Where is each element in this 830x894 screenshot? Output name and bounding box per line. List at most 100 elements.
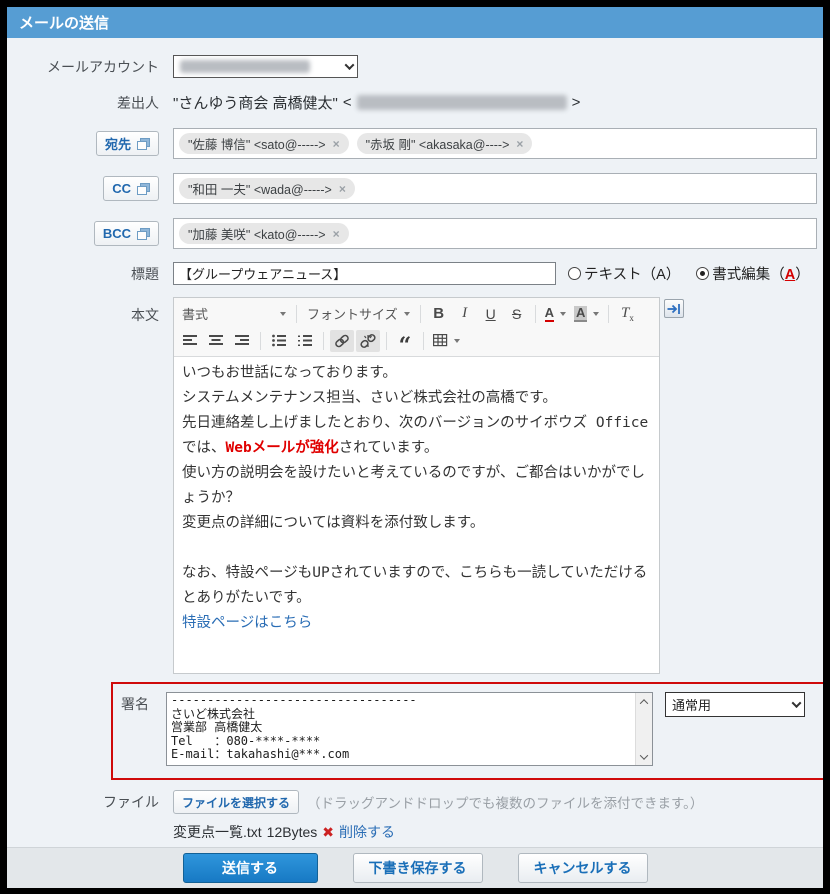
to-row: 宛先 "佐藤 博信" <sato@-----> × "赤坂 剛" <akasak… <box>7 128 823 159</box>
delete-attachment-link[interactable]: 削除する <box>339 822 395 842</box>
bcc-picker-label: BCC <box>103 226 131 241</box>
file-row: ファイル ファイルを選択する （ドラッグアンドドロップでも複数のファイルを添付で… <box>7 790 823 814</box>
bold-button[interactable]: B <box>427 303 451 325</box>
chevron-down-icon <box>792 698 802 708</box>
body-label: 本文 <box>131 305 159 325</box>
window-frame: メールの送信 メールアカウント 差出人 "さんゆう商会 高橋健太" < > <box>7 7 823 888</box>
rich-format-accesskey: A <box>785 267 795 283</box>
chevron-down-icon <box>345 60 355 70</box>
remove-recipient-icon[interactable]: × <box>516 137 523 151</box>
bullet-list-button[interactable] <box>267 330 291 352</box>
mail-compose-form: メールアカウント 差出人 "さんゆう商会 高橋健太" < > 宛先 <box>7 38 823 847</box>
body-paragraph: なお、特設ページもUPされていますので、こちらも一読していただけるとありがたいで… <box>182 561 651 611</box>
signature-content: ---------------------------------- さいど株式… <box>167 693 635 765</box>
remove-link-button[interactable] <box>356 330 380 352</box>
signature-preset-value: 通常用 <box>672 695 711 714</box>
account-select[interactable] <box>173 55 358 78</box>
body-paragraph-blank <box>182 536 651 561</box>
arrow-right-to-bar-icon <box>667 303 681 315</box>
align-center-button[interactable] <box>204 330 228 352</box>
radio-rich-format[interactable] <box>696 267 709 280</box>
send-button[interactable]: 送信する <box>183 853 318 883</box>
paragraph-format-label: 書式 <box>182 304 208 323</box>
font-size-select[interactable]: フォントサイズ <box>303 303 414 325</box>
recipient-pill: "加藤 美咲" <kato@-----> × <box>179 223 349 244</box>
insert-table-button[interactable] <box>430 330 463 352</box>
save-draft-button[interactable]: 下書き保存する <box>353 853 483 883</box>
account-label: メールアカウント <box>47 57 159 77</box>
recipient-text: "加藤 美咲" <kato@-----> <box>188 224 326 243</box>
insert-link-button[interactable] <box>330 330 354 352</box>
background-color-button[interactable]: A <box>571 303 602 325</box>
cc-row: CC "和田 一夫" <wada@-----> × <box>7 173 823 204</box>
attachment-row: 変更点一覧.txt 12Bytes ✖ 削除する <box>7 814 823 842</box>
chevron-down-icon <box>280 312 286 316</box>
from-label: 差出人 <box>117 93 159 113</box>
to-picker-button[interactable]: 宛先 <box>96 131 159 156</box>
subject-input[interactable] <box>173 262 556 285</box>
align-left-button[interactable] <box>178 330 202 352</box>
blockquote-button[interactable]: “ <box>393 330 417 352</box>
chevron-down-icon <box>404 312 410 316</box>
cc-recipients-field[interactable]: "和田 一夫" <wada@-----> × <box>173 173 817 204</box>
from-row: 差出人 "さんゆう商会 高橋健太" < > <box>7 92 823 113</box>
recipient-pill: "和田 一夫" <wada@-----> × <box>179 178 355 199</box>
from-display-name: "さんゆう商会 高橋健太" <box>173 92 338 113</box>
remove-recipient-icon[interactable]: × <box>333 227 340 241</box>
action-footer: 送信する 下書き保存する キャンセルする <box>7 847 823 888</box>
cancel-button[interactable]: キャンセルする <box>518 853 648 883</box>
signature-textarea[interactable]: ---------------------------------- さいど株式… <box>166 692 653 766</box>
attachment-name: 変更点一覧.txt <box>173 822 262 842</box>
attachment-size: 12Bytes <box>267 824 318 840</box>
underline-button[interactable]: U <box>479 303 503 325</box>
subject-row: 標題 テキスト（A） 書式編集（A） <box>7 262 823 285</box>
bcc-recipients-field[interactable]: "加藤 美咲" <kato@-----> × <box>173 218 817 249</box>
radio-rich-format-label[interactable]: 書式編集（A） <box>712 263 809 284</box>
signature-preset-select[interactable]: 通常用 <box>665 692 805 717</box>
remove-recipient-icon[interactable]: × <box>333 137 340 151</box>
bcc-row: BCC "加藤 美咲" <kato@-----> × <box>7 218 823 249</box>
address-picker-icon <box>137 138 150 150</box>
align-right-button[interactable] <box>230 330 254 352</box>
radio-text-format[interactable] <box>568 267 581 280</box>
to-picker-label: 宛先 <box>105 134 131 153</box>
signature-label: 署名 <box>121 692 166 714</box>
format-radio-group: テキスト（A） 書式編集（A） <box>568 263 823 284</box>
delete-x-icon: ✖ <box>322 824 334 841</box>
radio-text-format-label[interactable]: テキスト（A） <box>584 263 680 284</box>
scroll-up-icon[interactable] <box>636 693 653 710</box>
from-email-open-bracket: < <box>343 94 352 111</box>
rich-text-editor: 書式 フォントサイズ B I U S A <box>173 297 660 674</box>
title-bar: メールの送信 <box>7 7 823 38</box>
subject-label: 標題 <box>131 264 159 284</box>
expand-editor-button[interactable] <box>664 299 684 318</box>
body-row: 本文 書式 フォントサイズ B <box>7 297 823 674</box>
cc-picker-button[interactable]: CC <box>103 176 159 201</box>
text-color-button[interactable]: A <box>542 303 569 325</box>
body-paragraph: 先日連絡差し上げましたとおり、次のバージョンのサイボウズ Officeでは、We… <box>182 411 651 461</box>
chevron-down-icon <box>593 312 599 316</box>
paragraph-format-select[interactable]: 書式 <box>178 303 290 325</box>
editor-body[interactable]: いつもお世話になっております。 システムメンテナンス担当、さいど株式会社の高橋で… <box>174 357 659 673</box>
recipient-pill: "佐藤 博信" <sato@-----> × <box>179 133 349 154</box>
file-label: ファイル <box>103 792 159 812</box>
strikethrough-button[interactable]: S <box>505 303 529 325</box>
to-recipients-field[interactable]: "佐藤 博信" <sato@-----> × "赤坂 剛" <akasaka@-… <box>173 128 817 159</box>
redacted-from-email <box>357 95 567 110</box>
numbered-list-button[interactable] <box>293 330 317 352</box>
special-page-link[interactable]: 特設ページはこちら <box>182 615 312 631</box>
file-drop-hint: （ドラッグアンドドロップでも複数のファイルを添付できます。） <box>307 792 703 812</box>
signature-scrollbar[interactable] <box>635 693 652 765</box>
choose-file-button[interactable]: ファイルを選択する <box>173 790 299 814</box>
recipient-text: "和田 一夫" <wada@-----> <box>188 179 332 198</box>
remove-recipient-icon[interactable]: × <box>339 182 346 196</box>
italic-button[interactable]: I <box>453 303 477 325</box>
scroll-down-icon[interactable] <box>636 748 653 765</box>
bcc-picker-button[interactable]: BCC <box>94 221 159 246</box>
chevron-down-icon <box>560 312 566 316</box>
redacted-account-value <box>180 60 310 73</box>
chevron-down-icon <box>454 339 460 343</box>
editor-toolbar: 書式 フォントサイズ B I U S A <box>174 298 659 357</box>
address-picker-icon <box>137 228 150 240</box>
remove-format-button[interactable]: Tx <box>615 303 639 325</box>
